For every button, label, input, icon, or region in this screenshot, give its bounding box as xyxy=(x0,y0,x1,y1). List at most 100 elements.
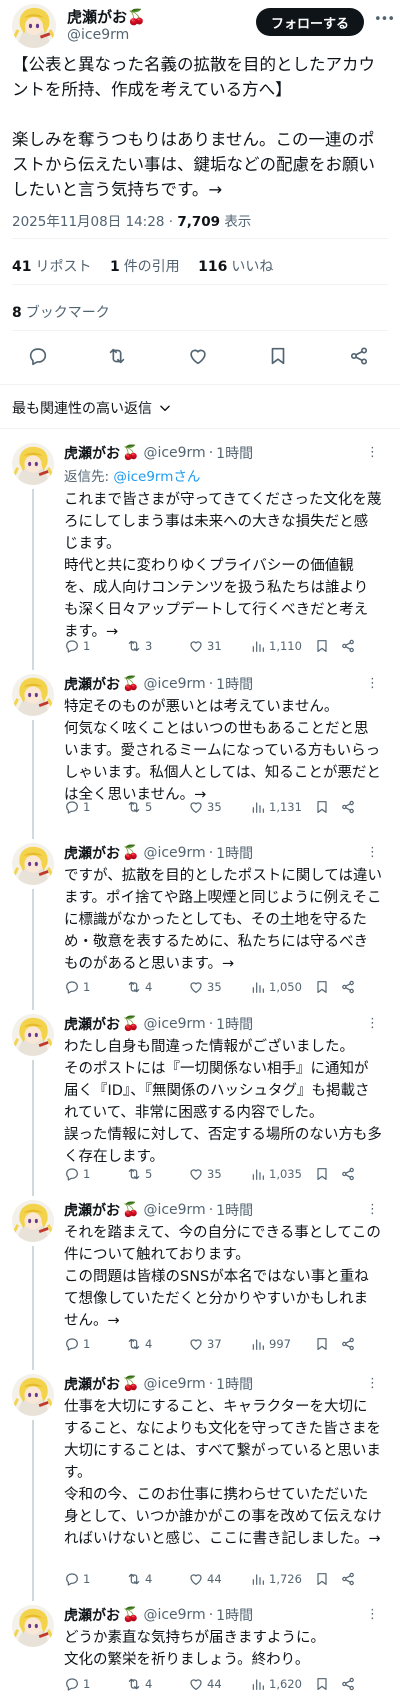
reply-time[interactable]: 1時間 xyxy=(216,1200,253,1220)
more-options-icon[interactable]: ⋮ xyxy=(366,1202,379,1217)
reply-avatar[interactable] xyxy=(12,674,54,716)
repost-button[interactable]: 4 xyxy=(126,1571,152,1587)
reply-author-name[interactable]: 虎瀬がお xyxy=(64,1200,120,1220)
reply-time[interactable]: 1時間 xyxy=(216,443,253,463)
views-button[interactable]: 997 xyxy=(250,1336,291,1352)
more-options-icon[interactable]: ⋮ xyxy=(366,676,379,691)
views-button[interactable]: 1,110 xyxy=(250,638,302,654)
reply-sort-dropdown[interactable]: 最も関連性の高い返信 xyxy=(12,398,172,418)
author-handle[interactable]: @ice9rm xyxy=(67,27,129,43)
like-button[interactable]: 44 xyxy=(188,1571,222,1587)
reply-button[interactable]: 1 xyxy=(64,1571,90,1587)
reply-author-name[interactable]: 虎瀬がお xyxy=(64,1374,120,1394)
repost-button[interactable]: 4 xyxy=(126,1676,152,1691)
reply-author-name[interactable]: 虎瀬がお xyxy=(64,443,120,463)
repost-button[interactable]: 5 xyxy=(126,1166,152,1182)
reply-avatar[interactable] xyxy=(12,1200,54,1242)
repost-button[interactable]: 5 xyxy=(126,799,152,815)
reply-icon[interactable] xyxy=(24,342,52,370)
reply-time[interactable]: 1時間 xyxy=(216,1374,253,1394)
reply-author-handle[interactable]: @ice9rm xyxy=(143,1202,205,1218)
reply-author-name[interactable]: 虎瀬がお xyxy=(64,1605,120,1625)
cherry-emoji: 🍒 xyxy=(122,445,140,461)
likes-stat[interactable]: 116 いいね xyxy=(198,259,273,275)
reply-button[interactable]: 1 xyxy=(64,638,90,654)
share-button[interactable] xyxy=(340,799,356,815)
reply-header: 虎瀬がお 🍒 @ice9rm · 1時間 xyxy=(64,1605,254,1625)
author-name[interactable]: 虎瀬がお🍒 xyxy=(67,6,146,27)
repost-button[interactable]: 4 xyxy=(126,1336,152,1352)
like-icon[interactable] xyxy=(184,342,212,370)
more-options-icon[interactable]: ⋮ xyxy=(366,845,379,860)
reposts-stat[interactable]: 41 リポスト xyxy=(12,259,91,275)
bookmark-button[interactable] xyxy=(314,1166,330,1182)
repost-icon[interactable] xyxy=(103,342,131,370)
reply-author-handle[interactable]: @ice9rm xyxy=(143,1376,205,1392)
reply-author-name[interactable]: 虎瀬がお xyxy=(64,843,120,863)
bookmark-button[interactable] xyxy=(314,1571,330,1587)
more-options-icon[interactable]: ⋮ xyxy=(366,1016,379,1031)
share-icon xyxy=(340,1676,356,1691)
reply-to-handle[interactable]: @ice9rmさん xyxy=(113,469,200,485)
bookmark-button[interactable] xyxy=(314,1676,330,1691)
like-button[interactable]: 31 xyxy=(188,638,222,654)
reply-avatar[interactable] xyxy=(12,1014,54,1056)
bookmark-button[interactable] xyxy=(314,979,330,995)
more-options-icon[interactable]: ⋮ xyxy=(366,1376,379,1391)
more-options-icon[interactable]: ⋮ xyxy=(366,445,379,460)
bookmarks-stat[interactable]: 8 ブックマーク xyxy=(12,302,110,322)
share-icon xyxy=(340,638,356,654)
reply-author-handle[interactable]: @ice9rm xyxy=(143,1016,205,1032)
quotes-stat[interactable]: 1 件の引用 xyxy=(110,259,180,275)
reply-button[interactable]: 1 xyxy=(64,1166,90,1182)
share-button[interactable] xyxy=(340,1571,356,1587)
views-button[interactable]: 1,035 xyxy=(250,1166,302,1182)
like-button[interactable]: 35 xyxy=(188,979,222,995)
reply-text: これまで皆さまが守ってきてくださった文化を蔑ろにしてしまう事は未来への大きな損失… xyxy=(64,492,382,640)
reply-author-name[interactable]: 虎瀬がお xyxy=(64,1014,120,1034)
share-button[interactable] xyxy=(340,1336,356,1352)
more-options-icon[interactable]: ⋮ xyxy=(366,1607,379,1622)
reply-avatar[interactable] xyxy=(12,1374,54,1416)
reply-avatar[interactable] xyxy=(12,443,54,485)
more-options-icon[interactable]: ••• xyxy=(374,12,395,27)
repost-button[interactable]: 3 xyxy=(126,638,152,654)
repost-button[interactable]: 4 xyxy=(126,979,152,995)
author-avatar[interactable] xyxy=(12,4,56,48)
follow-button[interactable]: フォローする xyxy=(256,8,364,36)
views-button[interactable]: 1,131 xyxy=(250,799,302,815)
views-button[interactable]: 1,726 xyxy=(250,1571,302,1587)
share-button[interactable] xyxy=(340,979,356,995)
bookmark-icon[interactable] xyxy=(264,342,292,370)
like-button[interactable]: 44 xyxy=(188,1676,222,1691)
share-button[interactable] xyxy=(340,1166,356,1182)
like-button[interactable]: 35 xyxy=(188,1166,222,1182)
bookmark-button[interactable] xyxy=(314,638,330,654)
views-button[interactable]: 1,050 xyxy=(250,979,302,995)
reply-button[interactable]: 1 xyxy=(64,1676,90,1691)
views-button[interactable]: 1,620 xyxy=(250,1676,302,1691)
reply-time[interactable]: 1時間 xyxy=(216,674,253,694)
share-button[interactable] xyxy=(340,1676,356,1691)
chevron-down-icon xyxy=(160,405,170,412)
reply-button[interactable]: 1 xyxy=(64,799,90,815)
share-button[interactable] xyxy=(340,638,356,654)
bookmark-button[interactable] xyxy=(314,1336,330,1352)
reply-button[interactable]: 1 xyxy=(64,1336,90,1352)
reply-author-name[interactable]: 虎瀬がお xyxy=(64,674,120,694)
reply-author-handle[interactable]: @ice9rm xyxy=(143,445,205,461)
reply-author-handle[interactable]: @ice9rm xyxy=(143,676,205,692)
like-button[interactable]: 35 xyxy=(188,799,222,815)
like-button[interactable]: 37 xyxy=(188,1336,222,1352)
share-icon[interactable] xyxy=(345,342,373,370)
post-timestamp[interactable]: 2025年11月08日 14:28 xyxy=(12,214,164,230)
reply-author-handle[interactable]: @ice9rm xyxy=(143,845,205,861)
reply-button[interactable]: 1 xyxy=(64,979,90,995)
reply-author-handle[interactable]: @ice9rm xyxy=(143,1607,205,1623)
reply-avatar[interactable] xyxy=(12,843,54,885)
bookmark-button[interactable] xyxy=(314,799,330,815)
reply-time[interactable]: 1時間 xyxy=(216,843,253,863)
reply-avatar[interactable] xyxy=(12,1605,54,1647)
reply-time[interactable]: 1時間 xyxy=(216,1014,253,1034)
reply-time[interactable]: 1時間 xyxy=(216,1605,253,1625)
